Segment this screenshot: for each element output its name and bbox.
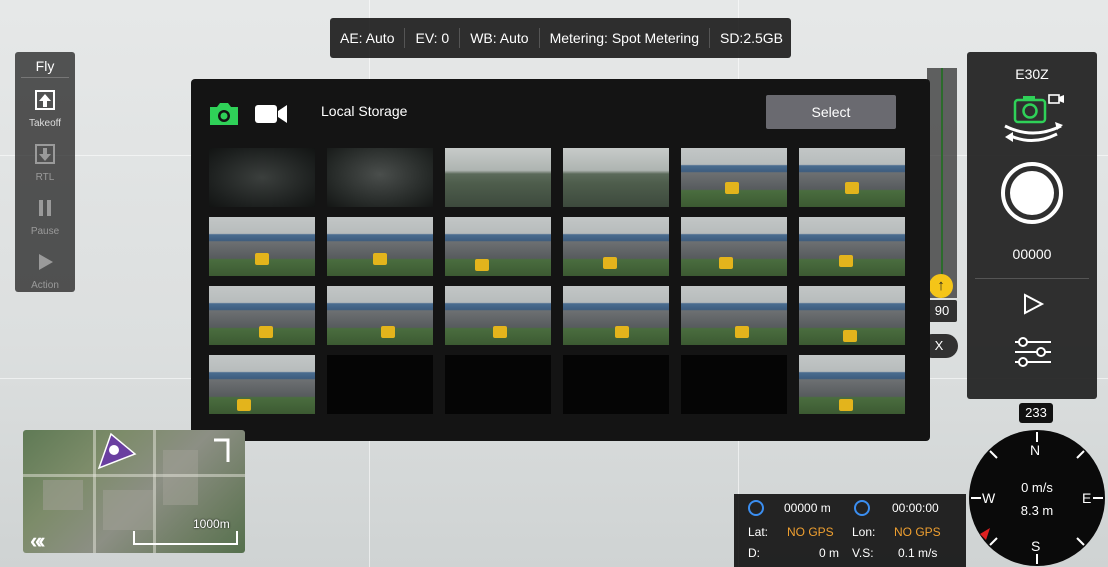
thumbnail-placeholder: [563, 355, 669, 414]
thumbnail[interactable]: [209, 286, 315, 345]
camera-model: E30Z: [1015, 66, 1049, 82]
thumbnail-grid: [209, 148, 909, 418]
rtl-button[interactable]: RTL: [15, 142, 75, 186]
altitude-scale: [927, 68, 957, 298]
thumbnail[interactable]: [445, 286, 551, 345]
altitude-scale-line: [941, 68, 943, 298]
map-scale-label: 1000m: [193, 517, 230, 531]
thumbnail[interactable]: [445, 148, 551, 207]
wb-setting[interactable]: WB: Auto: [460, 28, 540, 48]
thumbnail[interactable]: [563, 148, 669, 207]
thumbnail[interactable]: [681, 148, 787, 207]
compass: N S E W 0 m/s 8.3 m: [966, 426, 1108, 567]
collapse-chevrons-icon[interactable]: «‹: [30, 528, 45, 554]
play-icon: [15, 250, 75, 280]
map-expand-icon[interactable]: [210, 436, 240, 466]
thumbnail[interactable]: [209, 148, 315, 207]
fly-panel-title: Fly: [21, 52, 69, 78]
thumbnail[interactable]: [799, 148, 905, 207]
flight-time-value: 00:00:00: [892, 501, 939, 515]
lat-label: Lat:: [748, 525, 769, 539]
action-button[interactable]: Action: [15, 250, 75, 294]
thumbnail[interactable]: [563, 286, 669, 345]
compass-s: S: [1031, 538, 1041, 554]
ev-setting[interactable]: EV: 0: [405, 28, 461, 48]
fly-panel: Fly Takeoff RTL Pause Action: [15, 52, 75, 292]
media-gallery-panel: Local Storage Select: [191, 79, 930, 441]
thumbnail[interactable]: [209, 355, 315, 414]
playback-icon[interactable]: [1021, 292, 1045, 316]
thumbnail-placeholder: [327, 355, 433, 414]
pause-label: Pause: [30, 226, 60, 237]
thumbnail[interactable]: [681, 286, 787, 345]
thumbnail-placeholder: [445, 355, 551, 414]
thumbnail[interactable]: [327, 217, 433, 276]
pause-button[interactable]: Pause: [15, 196, 75, 240]
height-value: 8.3 m: [1020, 503, 1054, 518]
d-value: 0 m: [819, 546, 840, 560]
thumbnail[interactable]: [209, 217, 315, 276]
ae-setting[interactable]: AE: Auto: [330, 28, 406, 48]
thumbnail[interactable]: [799, 355, 905, 414]
altitude-marker-icon: ↑: [929, 274, 953, 298]
thumbnail[interactable]: [327, 286, 433, 345]
rtl-label: RTL: [35, 172, 55, 183]
camera-icon[interactable]: [207, 100, 241, 128]
thumbnail[interactable]: [563, 217, 669, 276]
clock-icon: [854, 500, 870, 516]
vs-value: 0.1 m/s: [898, 546, 938, 560]
lon-value: NO GPS: [894, 525, 941, 539]
storage-label: Local Storage: [321, 103, 408, 119]
thumbnail[interactable]: [681, 217, 787, 276]
telemetry-panel: 00000 m 00:00:00 Lat: NO GPS Lon: NO GPS…: [734, 494, 966, 567]
takeoff-label: Takeoff: [28, 118, 62, 129]
rtl-icon: [15, 142, 75, 172]
takeoff-icon: [15, 88, 75, 118]
action-label: Action: [31, 280, 59, 291]
drone-position-icon: [97, 432, 137, 470]
speed-value: 0 m/s: [1021, 480, 1053, 495]
altitude-value: 90: [927, 300, 957, 322]
camera-mode-switch-icon[interactable]: [997, 92, 1069, 152]
divider: [975, 278, 1089, 279]
shutter-inner: [1010, 171, 1054, 215]
thumbnail[interactable]: [327, 148, 433, 207]
distance-value: 00000 m: [784, 501, 831, 515]
distance-icon: [748, 500, 764, 516]
select-button[interactable]: Select: [766, 95, 896, 129]
shutter-button[interactable]: [1001, 162, 1063, 224]
lon-label: Lon:: [852, 525, 876, 539]
compass-n: N: [1030, 442, 1041, 458]
thumbnail[interactable]: [799, 286, 905, 345]
vs-label: V.S:: [852, 546, 874, 560]
pause-icon: [15, 196, 75, 226]
takeoff-button[interactable]: Takeoff: [15, 88, 75, 132]
metering-setting[interactable]: Metering: Spot Metering: [540, 28, 710, 48]
thumbnail[interactable]: [445, 217, 551, 276]
camera-settings-icon[interactable]: [1013, 334, 1053, 374]
video-icon[interactable]: [254, 103, 288, 125]
map-scale-bar: [133, 531, 238, 545]
heading-value: 233: [1019, 403, 1053, 423]
camera-status-bar[interactable]: AE: Auto EV: 0 WB: Auto Metering: Spot M…: [330, 18, 791, 58]
lat-value: NO GPS: [787, 525, 834, 539]
thumbnail[interactable]: [799, 217, 905, 276]
photo-count: 00000: [1012, 246, 1052, 262]
camera-panel: E30Z 00000: [967, 52, 1097, 399]
thumbnail-placeholder: [681, 355, 787, 414]
sd-storage: SD:2.5GB: [719, 30, 784, 46]
d-label: D:: [748, 546, 760, 560]
